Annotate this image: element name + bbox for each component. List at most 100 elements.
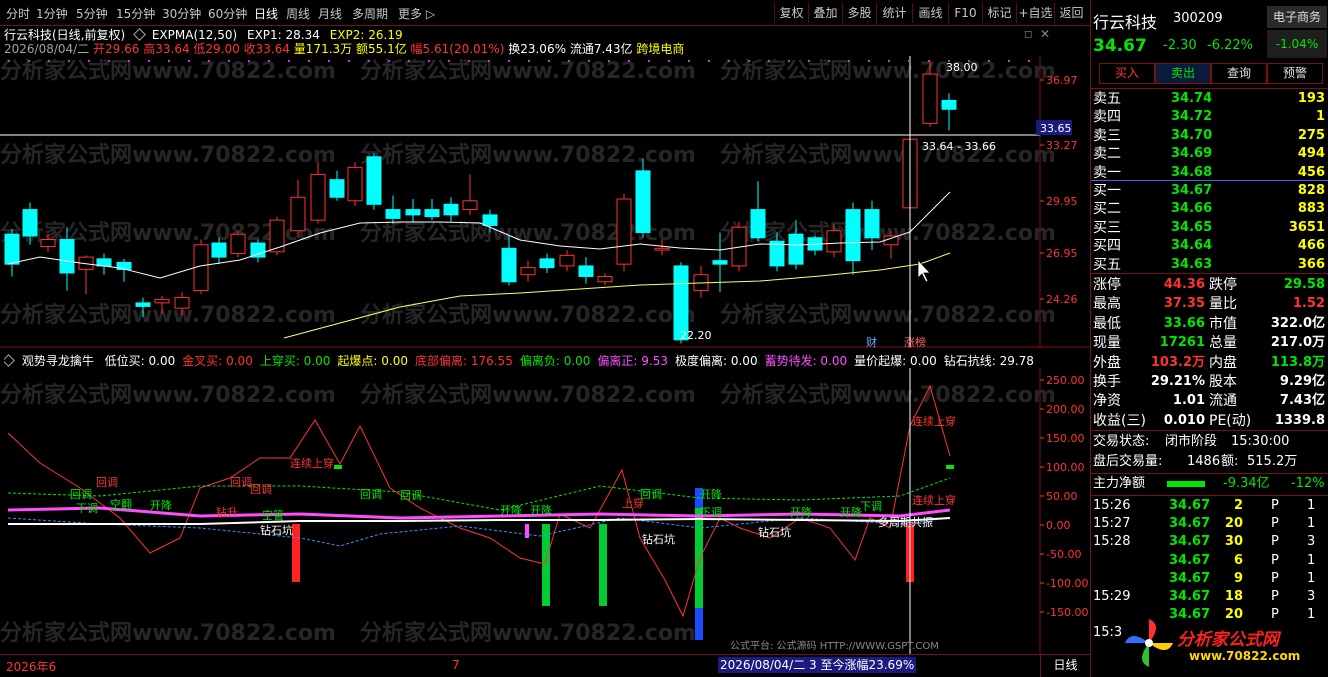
window-close-icon[interactable]: ✕ (1040, 27, 1050, 41)
draw-line-button[interactable]: 画线 (912, 3, 948, 23)
finance-tag[interactable]: 财 (866, 335, 877, 348)
price-axis-label: 33.27 (1046, 139, 1078, 152)
candle (310, 162, 326, 224)
info-change: 幅5.61(20.01%) (410, 42, 505, 56)
mark-button[interactable]: 标记 (982, 3, 1016, 23)
f10-button[interactable]: F10 (948, 3, 982, 23)
bid-row[interactable]: 买三 34.65 3651 (1091, 219, 1328, 237)
candle (78, 255, 94, 295)
logo: 分析家公式网 www.70822.com (1119, 615, 1328, 670)
tick-row: 34.67 9 P 1 (1091, 570, 1328, 588)
indicator-axis-label: -150.00 (1046, 606, 1088, 619)
add-watchlist-button[interactable]: +自选 (1016, 3, 1054, 23)
stat-label: 净资 (1093, 393, 1121, 410)
watermark-text: 分析家公式网www.70822.com (360, 142, 696, 168)
stat-label: 换手 (1093, 374, 1121, 390)
tick-time: 15:28 (1093, 534, 1131, 550)
tick-side: P (1271, 516, 1279, 532)
tick-time: 15:27 (1093, 516, 1131, 532)
buy-signal-label: 连续上穿 (912, 493, 956, 507)
candlestick-chart[interactable]: 分析家公式网www.70822.com 分析家公式网www.70822.com 分析… (0, 56, 1090, 348)
period-tab-1min[interactable]: 1分钟 (36, 5, 68, 22)
ask-price: 34.68 (1171, 164, 1213, 180)
diamond-pit-label: 钻石坑 (260, 523, 293, 537)
stat-row: 净资 1.01 流通 7.43亿 (1091, 392, 1328, 410)
stat-label: 市值 (1209, 315, 1237, 332)
statistics-button[interactable]: 统计 (876, 3, 912, 23)
candle (443, 197, 459, 222)
alert-button[interactable]: 预警 (1267, 63, 1323, 84)
buy-signal-label: 回调 (230, 476, 252, 489)
indicator-settings-icon-2[interactable] (4, 354, 15, 367)
info-amount: 额55.1亿 (355, 42, 407, 56)
period-toolbar: 分时 1分钟 5分钟 15分钟 30分钟 60分钟 日线 周线 月线 多周期 更… (0, 0, 1090, 26)
buy-button[interactable]: 买入 (1099, 63, 1155, 84)
indicator-axis-label: 100.00 (1046, 461, 1085, 474)
period-tab-15min[interactable]: 15分钟 (116, 5, 155, 22)
stat-label: 流通 (1209, 393, 1237, 410)
buy-signal-label: 连续上穿 (912, 414, 956, 428)
main-flow-pct: -12% (1291, 476, 1325, 491)
sector-tag[interactable]: 电子商务 (1267, 6, 1327, 28)
overlay-button[interactable]: 叠加 (808, 3, 842, 23)
bid-row[interactable]: 买四 34.64 466 (1091, 237, 1328, 255)
signal-bar (292, 524, 300, 582)
bid-row[interactable]: 买五 34.63 366 (1091, 256, 1328, 274)
period-tab-30min[interactable]: 30分钟 (162, 5, 201, 22)
ask-row[interactable]: 卖四 34.72 1 (1091, 108, 1328, 126)
period-indicator[interactable]: 日线 (1040, 655, 1090, 677)
candle (4, 228, 20, 277)
signal-bar (525, 524, 529, 538)
signal-bar (599, 524, 607, 606)
bid-row[interactable]: 买一 34.67 828 (1091, 182, 1328, 200)
price-change-pct: -6.22% (1207, 38, 1253, 53)
adjust-button[interactable]: 复权 (774, 3, 808, 23)
period-tab-multi[interactable]: 多周期 (352, 5, 388, 22)
ask-row[interactable]: 卖三 34.70 275 (1091, 127, 1328, 145)
period-tab-5min[interactable]: 5分钟 (76, 5, 108, 22)
period-tab-monthly[interactable]: 月线 (318, 5, 342, 22)
watermark-text: 分析家公式网www.70822.com (360, 302, 696, 328)
indicator-name[interactable]: 观势寻龙擒牛 (22, 354, 94, 368)
query-button[interactable]: 查询 (1211, 63, 1267, 84)
diamond-pit-label: 钻石坑 (642, 532, 675, 546)
sector-change-pct: -1.04% (1267, 30, 1327, 58)
candle (539, 253, 555, 273)
stat-label: 最高 (1093, 296, 1121, 313)
watermark-text: 分析家公式网www.70822.com (360, 58, 696, 84)
ask-row[interactable]: 卖一 34.68 456 (1091, 164, 1328, 182)
ask-volume: 456 (1297, 164, 1325, 180)
stat-label: 总量 (1209, 335, 1237, 352)
stat-value: 1.01 (1172, 393, 1205, 409)
period-tab-more[interactable]: 更多 ▷ (398, 5, 435, 22)
period-tab-fenshi[interactable]: 分时 (6, 5, 30, 22)
bid-price: 34.67 (1171, 183, 1213, 198)
lower-band-line (7, 517, 951, 547)
tick-price: 34.67 (1169, 498, 1211, 513)
tick-volume: 2 (1233, 498, 1243, 513)
indicator-settings-icon[interactable] (133, 28, 146, 41)
multi-stock-button[interactable]: 多股 (842, 3, 876, 23)
ask-label: 卖二 (1093, 146, 1121, 163)
indicator-chart[interactable]: 分析家公式网www.70822.com 分析家公式网www.70822.com 分析… (0, 368, 1090, 654)
ask-row[interactable]: 卖二 34.69 494 (1091, 145, 1328, 163)
pullback-signal-label: 回调 (400, 489, 422, 502)
sell-button[interactable]: 卖出 (1155, 63, 1211, 84)
limit-up-tag[interactable]: 涨榜 (904, 335, 926, 348)
candle (578, 257, 594, 284)
current-price: 34.67 (1093, 36, 1147, 56)
window-restore-icon[interactable]: ◻ (1024, 29, 1032, 40)
ask-price: 34.74 (1171, 91, 1213, 106)
tick-count: 3 (1307, 589, 1316, 604)
bid-volume: 883 (1297, 201, 1325, 217)
ask-row[interactable]: 卖五 34.74 193 (1091, 90, 1328, 108)
signal-bar (695, 608, 703, 640)
candle (405, 199, 421, 222)
range-marker-label: 33.64 - 33.66 (922, 140, 996, 153)
crosshair-price-value: 33.65 (1040, 122, 1072, 135)
back-button[interactable]: 返回 (1054, 3, 1088, 23)
period-tab-60min[interactable]: 60分钟 (208, 5, 247, 22)
bid-row[interactable]: 买二 34.66 883 (1091, 200, 1328, 218)
period-tab-daily[interactable]: 日线 (254, 5, 278, 22)
period-tab-weekly[interactable]: 周线 (286, 5, 310, 22)
